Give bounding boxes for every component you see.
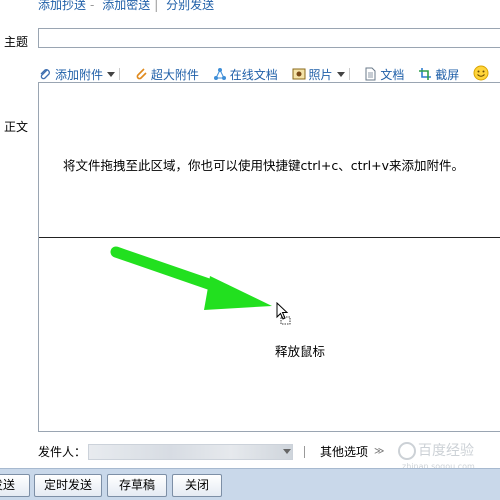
sender-select[interactable] — [88, 444, 293, 460]
send-separately-link[interactable]: 分别发送 — [166, 0, 214, 12]
save-draft-button[interactable]: 存草稿 — [107, 474, 167, 497]
sender-label: 发件人： — [38, 445, 87, 459]
add-bcc-link[interactable]: 添加密送 — [102, 0, 150, 12]
sender-divider — [304, 446, 305, 458]
sender-dropdown-icon[interactable] — [283, 449, 291, 454]
document-icon — [365, 67, 376, 81]
online-doc-button[interactable]: 在线文档 — [213, 64, 278, 84]
online-doc-icon — [213, 68, 226, 80]
add-attachment-label: 添加附件 — [55, 67, 104, 82]
link-separator: - — [90, 0, 95, 12]
schedule-send-button[interactable]: 定时发送 — [34, 474, 102, 497]
large-attachment-icon — [136, 68, 147, 80]
message-editor[interactable]: 将文件拖拽至此区域，你也可以使用快捷键ctrl+c、ctrl+v来添加附件。 释… — [38, 82, 500, 432]
add-attachment-button[interactable]: 添加附件 — [38, 64, 121, 84]
screenshot-button[interactable]: 截屏 — [418, 64, 459, 84]
watermark-main-text: 百度经验 — [418, 443, 474, 459]
chevron-down-icon[interactable]: ≫ — [374, 444, 384, 460]
toolbar-divider — [119, 68, 121, 80]
recipient-options: 添加抄送 - 添加密送 | 分别发送 — [38, 0, 218, 12]
paperclip-icon — [40, 69, 50, 80]
online-doc-label: 在线文档 — [229, 67, 278, 82]
link-divider: | — [154, 0, 159, 12]
subject-label: 主题 — [4, 35, 29, 49]
photo-button[interactable]: 照片 — [292, 64, 350, 84]
photo-dropdown-icon[interactable] — [336, 71, 345, 77]
photo-label: 照片 — [308, 67, 333, 82]
attachment-drop-zone[interactable]: 将文件拖拽至此区域，你也可以使用快捷键ctrl+c、ctrl+v来添加附件。 — [39, 83, 500, 238]
photo-icon — [292, 68, 306, 80]
subject-input[interactable] — [38, 28, 500, 48]
action-bar: 发送 定时发送 存草稿 关闭 — [0, 468, 500, 500]
large-attachment-label: 超大附件 — [150, 67, 199, 82]
emoji-button[interactable] — [473, 63, 492, 83]
watermark-logo-icon — [398, 442, 416, 460]
screenshot-icon — [419, 68, 432, 80]
large-attachment-button[interactable]: 超大附件 — [134, 64, 199, 84]
toolbar-divider — [348, 68, 350, 80]
sender-row: 发件人： 其他选项 ≫ — [38, 444, 384, 460]
close-button[interactable]: 关闭 — [172, 474, 222, 497]
more-options-link[interactable]: 其他选项 — [320, 444, 368, 460]
send-button-label: 发送 — [0, 478, 15, 492]
drop-zone-hint: 将文件拖拽至此区域，你也可以使用快捷键ctrl+c、ctrl+v来添加附件。 — [63, 158, 464, 173]
body-label: 正文 — [4, 120, 29, 134]
cursor-icon — [276, 302, 291, 325]
send-button[interactable]: 发送 — [0, 474, 30, 497]
add-cc-link[interactable]: 添加抄送 — [38, 0, 86, 12]
document-button[interactable]: 文档 — [363, 64, 404, 84]
release-mouse-hint: 释放鼠标 — [275, 344, 326, 359]
emoji-icon — [473, 65, 489, 81]
document-label: 文档 — [380, 67, 405, 82]
screenshot-label: 截屏 — [435, 67, 460, 82]
attachment-dropdown-icon[interactable] — [107, 71, 116, 77]
editor-toolbar: 添加附件 超大附件 在线文档 照片 文档 截屏 — [38, 63, 500, 83]
